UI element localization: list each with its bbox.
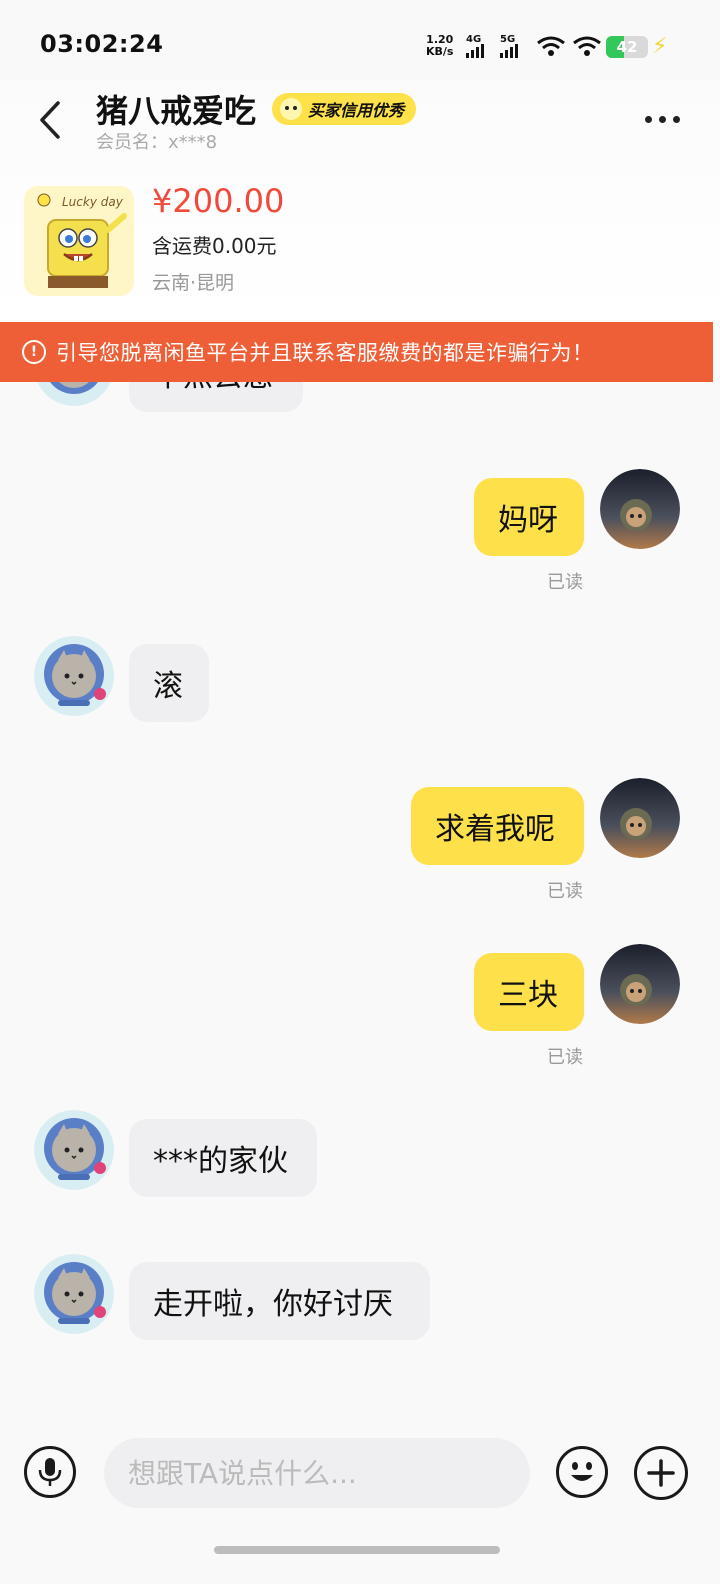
- shipping-fee: 含运费0.00元: [152, 234, 277, 258]
- network-speed-unit: KB/s: [426, 45, 454, 58]
- product-price: ¥200.00: [152, 182, 285, 220]
- credit-badge[interactable]: 买家信用优秀: [272, 93, 417, 125]
- signal-4g-icon: [466, 42, 484, 58]
- seller-avatar[interactable]: [34, 1110, 114, 1190]
- cat-avatar-icon: [34, 636, 114, 716]
- warning-text: 引导您脱离闲鱼平台并且联系客服缴费的都是诈骗行为！: [56, 341, 594, 365]
- dot-icon: [672, 115, 680, 123]
- spongebob-image: Lucky day: [24, 186, 134, 296]
- user-avatar-icon: [600, 944, 680, 1024]
- message-bubble-outgoing[interactable]: 三块: [474, 953, 584, 1031]
- warning-icon: !: [22, 340, 46, 364]
- microphone-icon: [38, 1458, 62, 1486]
- charging-icon: ⚡: [652, 34, 668, 59]
- emoji-button[interactable]: [556, 1446, 608, 1498]
- read-receipt: 已读: [547, 572, 583, 593]
- product-thumbnail[interactable]: Lucky day: [24, 186, 134, 296]
- message-text: 滚: [153, 669, 183, 704]
- plus-icon: [647, 1459, 675, 1487]
- home-indicator[interactable]: [214, 1546, 500, 1554]
- message-text: 妈呀: [498, 503, 558, 538]
- message-bubble-outgoing[interactable]: 妈呀: [474, 478, 584, 556]
- message-text: 求着我呢: [435, 812, 555, 847]
- voice-input-button[interactable]: [24, 1446, 76, 1498]
- wifi-icon: [537, 36, 565, 56]
- cat-avatar-icon: [34, 1110, 114, 1190]
- message-text: ***的家伙: [153, 1144, 288, 1179]
- user-avatar-icon: [600, 778, 680, 858]
- product-location: 云南·昆明: [152, 272, 235, 294]
- smiley-icon: [571, 1462, 593, 1481]
- dot-icon: [644, 115, 652, 123]
- my-avatar[interactable]: [600, 778, 680, 858]
- battery-level: 42: [616, 38, 638, 56]
- my-avatar[interactable]: [600, 469, 680, 549]
- credit-badge-label: 买家信用优秀: [308, 101, 405, 120]
- read-receipt: 已读: [547, 881, 583, 902]
- message-bubble-outgoing[interactable]: 求着我呢: [411, 787, 584, 865]
- seller-avatar[interactable]: [34, 1254, 114, 1334]
- message-input[interactable]: [104, 1438, 530, 1508]
- dot-icon: [658, 115, 666, 123]
- badge-face-icon: [280, 98, 302, 120]
- back-button[interactable]: [28, 95, 72, 145]
- read-receipt: 已读: [547, 1047, 583, 1068]
- my-avatar[interactable]: [600, 944, 680, 1024]
- message-bubble-incoming[interactable]: 滚: [129, 644, 209, 722]
- seller-avatar[interactable]: [34, 636, 114, 716]
- more-actions-button[interactable]: [634, 1446, 688, 1500]
- status-time: 03:02:24: [40, 30, 164, 58]
- battery-icon: 42: [606, 36, 648, 58]
- user-avatar-icon: [600, 469, 680, 549]
- seller-name[interactable]: 猪八戒爱吃: [96, 86, 256, 132]
- fraud-warning-banner: ! 引导您脱离闲鱼平台并且联系客服缴费的都是诈骗行为！: [0, 322, 713, 382]
- signal-5g-icon: [500, 42, 518, 58]
- more-options-button[interactable]: [636, 104, 688, 134]
- message-text: 三块: [498, 978, 558, 1013]
- message-text: 走开啦，你好讨厌: [153, 1287, 393, 1322]
- network-speed: 1.20 KB/s: [426, 34, 453, 58]
- message-bubble-incoming[interactable]: ***的家伙: [129, 1119, 317, 1197]
- wifi-2-icon: [573, 36, 601, 56]
- member-name: 会员名：x***8: [96, 132, 218, 153]
- cat-avatar-icon: [34, 1254, 114, 1334]
- chevron-left-icon: [40, 101, 60, 139]
- product-image-caption: Lucky day: [62, 195, 124, 209]
- message-bubble-incoming[interactable]: 走开啦，你好讨厌: [129, 1262, 430, 1340]
